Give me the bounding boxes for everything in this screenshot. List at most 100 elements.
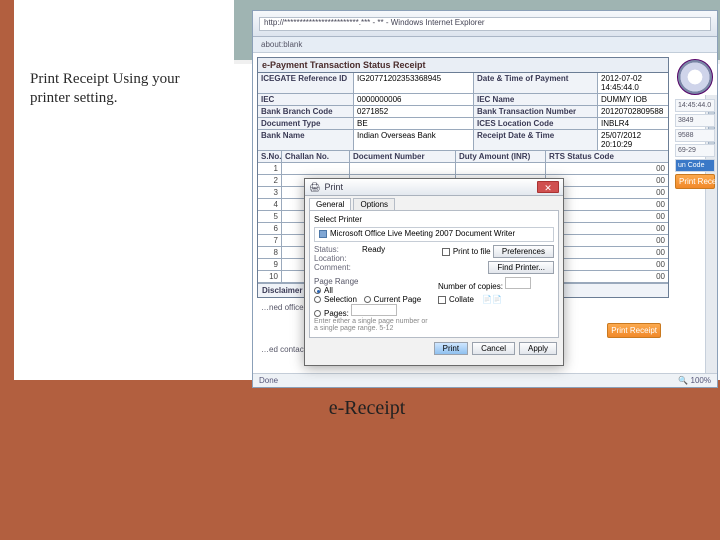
- print-button[interactable]: Print: [434, 342, 468, 355]
- cell-rts: 00: [546, 211, 668, 222]
- printer-icon: [319, 230, 327, 238]
- tab-general[interactable]: General: [309, 198, 351, 210]
- printer-item: Microsoft Office Live Meeting 2007 Docum…: [315, 228, 553, 239]
- browser-tabbar[interactable]: about:blank: [253, 37, 717, 53]
- field-label: Receipt Date & Time: [474, 130, 598, 150]
- field-label: ICES Location Code: [474, 118, 598, 129]
- col-header: Challan No.: [282, 151, 350, 162]
- printer-icon: [319, 241, 327, 242]
- dialog-title: Print: [324, 182, 343, 192]
- tab-options[interactable]: Options: [353, 198, 395, 210]
- field-label: IEC: [258, 94, 354, 105]
- browser-tab[interactable]: about:blank: [261, 40, 302, 49]
- location-label: Location:: [314, 254, 356, 263]
- browser-titlebar[interactable]: http://************************.*** - **…: [253, 11, 717, 37]
- dialog-titlebar[interactable]: 🖨 Print ✕: [305, 179, 563, 196]
- field-label: Date & Time of Payment: [474, 73, 598, 93]
- field-label: IEC Name: [474, 94, 598, 105]
- cell-sno: 2: [258, 175, 282, 186]
- printer-name: Microsoft Office Live Meeting 2007 Docum…: [330, 229, 515, 238]
- field-value: 0000000006: [354, 94, 474, 105]
- cell-sno: 9: [258, 259, 282, 270]
- zoom-value: 100%: [691, 376, 711, 385]
- find-printer-button[interactable]: Find Printer...: [488, 261, 554, 274]
- range-current-radio[interactable]: [364, 296, 371, 303]
- print-to-file-checkbox[interactable]: [442, 248, 450, 256]
- dialog-footer: Print Cancel Apply: [305, 342, 563, 359]
- slide: Print Receipt Using your printer setting…: [0, 0, 720, 540]
- apply-button[interactable]: Apply: [519, 342, 557, 355]
- cell-sno: 7: [258, 235, 282, 246]
- cell-duty: [456, 163, 546, 174]
- collate-icon: 📄📄: [482, 295, 502, 304]
- field-value: BE: [354, 118, 474, 129]
- range-pages-label: Pages:: [324, 309, 349, 318]
- field-label: Bank Branch Code: [258, 106, 354, 117]
- field-value: 2012-07-02 14:45:44.0: [598, 73, 668, 93]
- range-current-label: Current Page: [374, 295, 422, 304]
- cell-sno: 3: [258, 187, 282, 198]
- address-bar[interactable]: http://************************.*** - **…: [259, 17, 711, 31]
- cell-rts: 00: [546, 259, 668, 270]
- cell-rts: 00: [546, 271, 668, 282]
- range-pages-radio[interactable]: [314, 310, 321, 317]
- col-header: Duty Amount (INR): [456, 151, 546, 162]
- col-header: RTS Status Code: [546, 151, 668, 162]
- dialog-body: Select Printer Microsoft Office Live Mee…: [309, 210, 559, 338]
- rail-text: 14:45:44.0: [675, 99, 715, 112]
- field-value: 20120702809588: [598, 106, 668, 117]
- dialog-tabs: General Options: [305, 196, 563, 210]
- cell-rts: 00: [546, 235, 668, 246]
- collate-checkbox[interactable]: [438, 296, 446, 304]
- field-label: Document Type: [258, 118, 354, 129]
- copies-label: Number of copies:: [438, 282, 503, 291]
- caption: e-Receipt: [14, 397, 720, 420]
- right-rail: 14:45:44.0 3849 9588 69-29 un Code Print…: [673, 57, 717, 379]
- col-header: S.No.: [258, 151, 282, 162]
- comment-label: Comment:: [314, 263, 356, 272]
- print-to-file-label: Print to file: [453, 247, 491, 256]
- print-receipt-button[interactable]: Print Receipt: [675, 174, 715, 189]
- printer-item: Microsoft XPS Document Writer: [315, 239, 553, 242]
- field-label: Bank Name: [258, 130, 354, 150]
- cell-docnum: [350, 163, 456, 174]
- range-hint: Enter either a single page number or a s…: [314, 318, 430, 333]
- close-icon[interactable]: ✕: [537, 181, 559, 193]
- table-row: 100: [258, 163, 668, 175]
- range-all-radio[interactable]: [314, 287, 321, 294]
- field-value: INBLR4: [598, 118, 668, 129]
- cell-sno: 10: [258, 271, 282, 282]
- select-printer-label: Select Printer: [314, 215, 554, 224]
- print-receipt-button[interactable]: Print Receipt: [607, 323, 661, 338]
- cell-sno: 6: [258, 223, 282, 234]
- range-selection-radio[interactable]: [314, 296, 321, 303]
- cell-sno: 5: [258, 211, 282, 222]
- cell-rts: 00: [546, 163, 668, 174]
- cell-sno: 4: [258, 199, 282, 210]
- zoom-level[interactable]: 🔍 100%: [678, 376, 711, 385]
- cancel-button[interactable]: Cancel: [472, 342, 515, 355]
- callout-text: Print Receipt Using your printer setting…: [26, 64, 226, 114]
- cell-rts: 00: [546, 175, 668, 186]
- rail-text: 9588: [675, 129, 715, 142]
- emblem-icon: [677, 59, 713, 95]
- cell-sno: 8: [258, 247, 282, 258]
- col-header: Document Number: [350, 151, 456, 162]
- copies-field[interactable]: [505, 277, 531, 289]
- rail-text: 3849: [675, 114, 715, 127]
- print-dialog: 🖨 Print ✕ General Options Select Printer…: [304, 178, 564, 366]
- field-value: IG20771202353368945: [354, 73, 474, 93]
- status-value: Ready: [362, 245, 385, 254]
- receipt-title: e-Payment Transaction Status Receipt: [258, 58, 668, 73]
- printer-list[interactable]: Microsoft Office Live Meeting 2007 Docum…: [314, 227, 554, 242]
- status-done: Done: [259, 376, 278, 385]
- range-all-label: All: [324, 286, 333, 295]
- cell-rts: 00: [546, 199, 668, 210]
- preferences-button[interactable]: Preferences: [493, 245, 554, 258]
- collate-label: Collate: [449, 295, 474, 304]
- status-label: Status:: [314, 245, 356, 254]
- rail-text: 69-29: [675, 144, 715, 157]
- printer-name: Microsoft XPS Document Writer: [330, 240, 443, 242]
- range-pages-field[interactable]: [351, 304, 397, 316]
- field-value: 0271852: [354, 106, 474, 117]
